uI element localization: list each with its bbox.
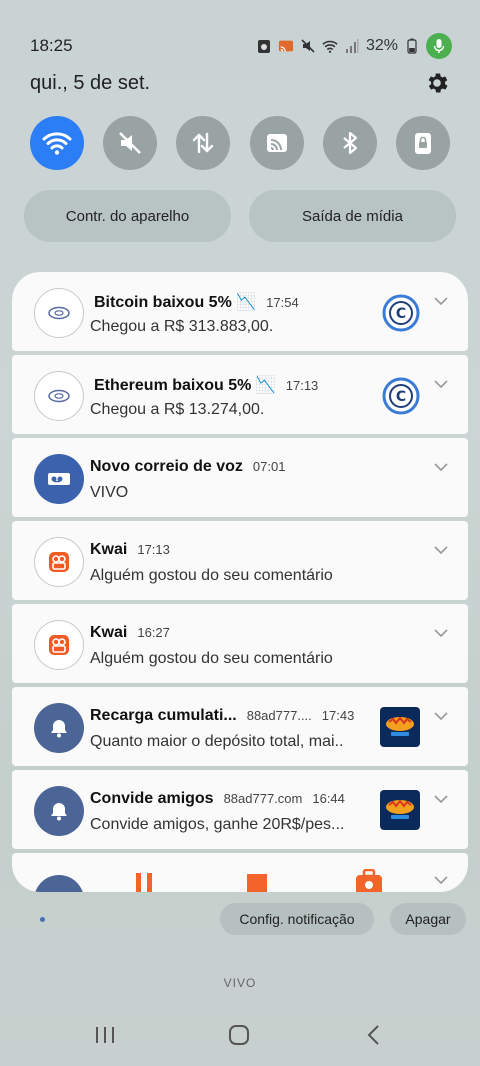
chevron-down-icon[interactable] bbox=[434, 462, 448, 472]
status-time: 18:25 bbox=[30, 36, 73, 55]
casino-logo-thumbnail bbox=[380, 707, 420, 747]
notification-body: Alguém gostou do seu comentário bbox=[90, 650, 333, 667]
mute-status-icon bbox=[300, 38, 316, 54]
data-arrows-icon bbox=[193, 132, 214, 154]
media-player-notification[interactable] bbox=[12, 853, 468, 892]
chevron-down-icon[interactable] bbox=[434, 545, 448, 555]
bluetooth-icon bbox=[343, 131, 357, 155]
bluetooth-toggle[interactable] bbox=[322, 116, 377, 170]
cast-status-icon bbox=[278, 38, 294, 54]
date-label: qui., 5 de set. bbox=[30, 71, 151, 94]
notification-item[interactable]: Ethereum baixou 5% 📉 17:13 Chegou a R$ 1… bbox=[12, 355, 468, 434]
notification-title: Kwai bbox=[90, 541, 128, 558]
wifi-icon bbox=[42, 132, 72, 155]
mute-icon bbox=[119, 132, 142, 154]
status-bar: 18:25 32% bbox=[30, 33, 452, 59]
mic-in-use-icon bbox=[426, 33, 452, 59]
notification-item[interactable]: Kwai 16:27 Alguém gostou do seu comentár… bbox=[12, 604, 468, 683]
gear-icon[interactable] bbox=[424, 70, 450, 96]
notification-list: Bitcoin baixou 5% 📉 17:54 Chegou a R$ 31… bbox=[12, 272, 468, 892]
notification-item[interactable]: Bitcoin baixou 5% 📉 17:54 Chegou a R$ 31… bbox=[12, 272, 468, 351]
notification-body: VIVO bbox=[90, 484, 129, 501]
kwai-icon bbox=[34, 537, 84, 587]
sound-toggle[interactable] bbox=[103, 116, 158, 170]
kwai-icon bbox=[34, 620, 84, 670]
quick-settings bbox=[30, 116, 450, 170]
notification-title: Recarga cumulati... bbox=[90, 707, 237, 724]
notification-item[interactable]: Convide amigos 88ad777.com 16:44 Convide… bbox=[12, 770, 468, 849]
notification-time: 16:27 bbox=[137, 625, 170, 640]
media-app-icon bbox=[34, 875, 84, 892]
notification-body: Quanto maior o depósito total, mai.. bbox=[90, 733, 344, 750]
device-media-row: Contr. do aparelho Saída de mídia bbox=[24, 190, 456, 242]
mobile-data-toggle[interactable] bbox=[176, 116, 231, 170]
bell-icon bbox=[34, 786, 84, 836]
coin-thumbnail-icon: C bbox=[382, 377, 420, 415]
notification-time: 17:13 bbox=[137, 542, 170, 557]
toolbox-icon[interactable] bbox=[354, 869, 384, 892]
signal-icon bbox=[344, 38, 360, 54]
notification-settings-button[interactable]: Config. notificação bbox=[220, 903, 374, 935]
stop-icon[interactable] bbox=[246, 873, 268, 892]
notification-title: Ethereum baixou 5% 📉 bbox=[94, 377, 276, 394]
wifi-toggle[interactable] bbox=[30, 116, 84, 170]
notification-time: 17:54 bbox=[266, 295, 299, 310]
notification-body: Chegou a R$ 13.274,00. bbox=[90, 401, 265, 418]
notification-item[interactable]: Kwai 17:13 Alguém gostou do seu comentár… bbox=[12, 521, 468, 600]
chevron-down-icon[interactable] bbox=[434, 794, 448, 804]
svg-text:C: C bbox=[396, 306, 406, 322]
battery-percent: 32% bbox=[365, 37, 398, 54]
rotation-lock-toggle[interactable] bbox=[395, 116, 450, 170]
coin-thumbnail-icon: C bbox=[382, 294, 420, 332]
cast-toggle[interactable] bbox=[249, 116, 304, 170]
chevron-down-icon[interactable] bbox=[434, 628, 448, 638]
notification-time: 07:01 bbox=[252, 459, 286, 474]
pause-icon[interactable] bbox=[132, 871, 156, 892]
wifi-status-icon bbox=[322, 38, 338, 54]
notification-item[interactable]: Novo correio de voz 07:01 VIVO bbox=[12, 438, 468, 517]
page-indicator-dot bbox=[40, 916, 45, 922]
casino-logo-thumbnail bbox=[380, 790, 420, 830]
battery-icon bbox=[404, 38, 420, 54]
coin-app-icon bbox=[34, 371, 84, 421]
navigation-bar bbox=[0, 1020, 480, 1050]
notification-time: 17:43 bbox=[321, 708, 355, 723]
media-output-button[interactable]: Saída de mídia bbox=[249, 190, 456, 242]
notification-title: Kwai bbox=[90, 624, 128, 641]
bell-icon bbox=[34, 703, 84, 753]
chevron-down-icon[interactable] bbox=[434, 379, 448, 389]
photo-notification-icon bbox=[256, 38, 272, 54]
date-row: qui., 5 de set. bbox=[30, 70, 450, 96]
notification-body: Convide amigos, ganhe 20R$/pes... bbox=[90, 816, 345, 833]
chevron-down-icon[interactable] bbox=[434, 711, 448, 721]
chevron-down-icon[interactable] bbox=[434, 875, 448, 885]
notification-time: 17:13 bbox=[285, 378, 319, 393]
notification-source: 88ad777.com bbox=[223, 791, 303, 806]
notification-title: Convide amigos bbox=[90, 790, 214, 807]
notification-time: 16:44 bbox=[312, 791, 345, 806]
notification-actions: Config. notificação Apagar bbox=[40, 902, 466, 936]
notification-title: Novo correio de voz bbox=[90, 458, 243, 475]
svg-text:C: C bbox=[396, 389, 406, 405]
voicemail-icon bbox=[34, 454, 84, 504]
coin-app-icon bbox=[34, 288, 84, 338]
cast-icon bbox=[266, 134, 287, 152]
notification-body: Alguém gostou do seu comentário bbox=[90, 567, 333, 584]
notification-source: 88ad777.... bbox=[246, 708, 312, 723]
recent-apps-icon[interactable] bbox=[94, 1025, 116, 1045]
status-icons: 32% bbox=[256, 33, 452, 59]
carrier-label: VIVO bbox=[223, 976, 257, 990]
notification-title: Bitcoin baixou 5% 📉 bbox=[94, 294, 257, 311]
notification-item[interactable]: Recarga cumulati... 88ad777.... 17:43 Qu… bbox=[12, 687, 468, 766]
clear-all-button[interactable]: Apagar bbox=[390, 903, 466, 935]
lock-icon bbox=[414, 133, 431, 154]
home-icon[interactable] bbox=[228, 1024, 250, 1046]
device-control-button[interactable]: Contr. do aparelho bbox=[24, 190, 231, 242]
notification-body: Chegou a R$ 313.883,00. bbox=[90, 318, 274, 335]
chevron-down-icon[interactable] bbox=[434, 296, 448, 306]
back-icon[interactable] bbox=[366, 1024, 382, 1046]
